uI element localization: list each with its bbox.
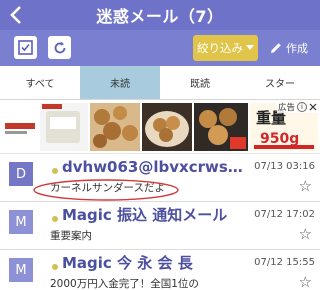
- message-date: 07/12 17:02: [254, 209, 315, 220]
- avatar: D: [9, 162, 33, 186]
- ad-nuts-bowl-image: [142, 103, 192, 151]
- message-sender: dvhw063@lbvxcrwsxmr…: [62, 158, 248, 176]
- ad-nuts-image: [90, 103, 140, 151]
- message-preview: カーネルサンダースだよ: [50, 182, 165, 194]
- message-sender: Magic 振込 通知メール: [62, 206, 228, 224]
- toolbar: 絞り込み 作成: [0, 30, 320, 66]
- message-sender: Magic 今 永 会 長: [62, 254, 193, 272]
- tab-unread[interactable]: 未読: [80, 66, 160, 99]
- page-title: 迷惑メール（7）: [96, 7, 224, 26]
- star-icon[interactable]: ☆: [299, 179, 312, 194]
- star-icon[interactable]: ☆: [299, 275, 312, 290]
- message-date: 07/13 03:16: [254, 161, 315, 172]
- chevron-left-icon[interactable]: [4, 2, 28, 28]
- app-header: 迷惑メール（7）: [0, 0, 320, 30]
- tab-all[interactable]: すべて: [0, 66, 80, 99]
- message-preview: 2000万円入金完了！全国1位の: [50, 278, 199, 290]
- message-row[interactable]: M Magic 振込 通知メール 07/12 17:02 重要案内 ☆: [0, 202, 320, 250]
- tab-read[interactable]: 既読: [160, 66, 240, 99]
- compose-button[interactable]: 作成: [270, 35, 308, 61]
- select-all-button[interactable]: [14, 36, 37, 59]
- info-icon[interactable]: i: [297, 102, 307, 112]
- ad-nuts-pack-image: [194, 103, 248, 151]
- refresh-button[interactable]: [48, 36, 71, 59]
- filter-tabs: すべて 未読 既読 スター: [0, 66, 320, 100]
- close-icon[interactable]: [309, 103, 317, 111]
- tab-starred[interactable]: スター: [240, 66, 320, 99]
- star-icon[interactable]: ☆: [299, 227, 312, 242]
- filter-label: 絞り込み: [197, 41, 243, 55]
- svg-text:950g: 950g: [260, 131, 299, 147]
- message-row[interactable]: M Magic 今 永 会 長 07/12 15:55 2000万円入金完了！全…: [0, 250, 320, 290]
- pencil-icon: [271, 43, 281, 53]
- ad-label: 広告 i: [276, 101, 318, 113]
- avatar: M: [9, 210, 33, 234]
- unread-dot: [52, 168, 58, 174]
- avatar: M: [9, 258, 33, 282]
- ad-logo-image: [2, 103, 38, 151]
- message-preview: 重要案内: [50, 230, 92, 242]
- filter-button[interactable]: 絞り込み: [193, 35, 258, 61]
- message-row[interactable]: D dvhw063@lbvxcrwsxmr… 07/13 03:16 カーネルサ…: [0, 154, 320, 202]
- unread-dot: [52, 264, 58, 270]
- ad-banner[interactable]: 重量 950g 広告 i: [0, 100, 320, 154]
- message-date: 07/12 15:55: [254, 257, 315, 268]
- checkbox-icon: [18, 40, 33, 55]
- refresh-icon: [54, 41, 65, 53]
- compose-label: 作成: [286, 42, 308, 55]
- caret-down-icon: [246, 45, 254, 50]
- unread-dot: [52, 216, 58, 222]
- ad-product-image: [40, 103, 88, 151]
